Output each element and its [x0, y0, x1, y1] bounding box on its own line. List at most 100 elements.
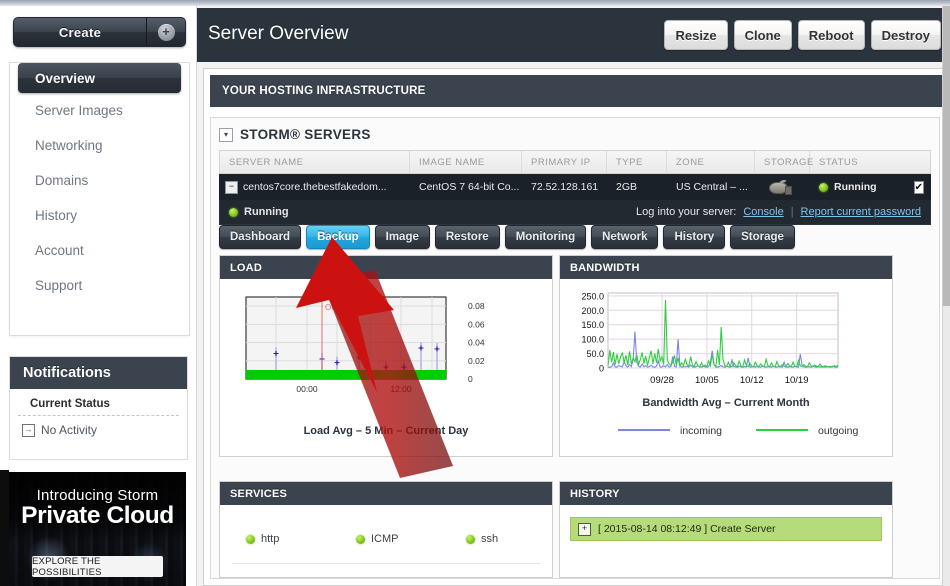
column-storage: STORAGE	[755, 151, 813, 173]
history-entry-text: [ 2015-08-14 08:12:49 ] Create Server	[598, 523, 776, 535]
create-button-group[interactable]: Create +	[13, 17, 186, 47]
green-dot-icon	[229, 207, 238, 217]
tab-network[interactable]: Network	[591, 225, 659, 249]
column-primary-ip: PRIMARY IP	[522, 151, 607, 173]
primary-ip-cell: 72.52.128.161	[531, 181, 599, 193]
services-widget-header: SERVICES	[220, 482, 552, 505]
green-dot-icon	[466, 534, 475, 544]
zone-cell: US Central – ...	[676, 181, 748, 193]
login-actions: Log into your server: Console | Report c…	[636, 206, 921, 218]
storm-servers-title: STORM® SERVERS	[240, 127, 371, 142]
tab-history[interactable]: History	[663, 225, 726, 249]
tab-restore[interactable]: Restore	[434, 225, 500, 249]
sidebar-item-history[interactable]: History	[10, 198, 189, 233]
tab-storage[interactable]: Storage	[730, 225, 795, 249]
server-name-cell: − centos7core.thebestfakedom...	[220, 180, 410, 194]
svg-text:100.0: 100.0	[581, 335, 604, 345]
sidebar-nav: Overview Server Images Networking Domain…	[9, 62, 190, 336]
sidebar-item-label: Server Images	[35, 103, 123, 118]
sidebar-item-server-images[interactable]: Server Images	[10, 93, 189, 128]
service-name: ssh	[481, 533, 499, 545]
destroy-button[interactable]: Destroy	[870, 20, 941, 50]
svg-text:Bandwidth Avg – Current Month: Bandwidth Avg – Current Month	[642, 397, 810, 409]
notifications-panel: Notifications Current Status → No Activi…	[9, 356, 188, 460]
promo-banner[interactable]: Introducing Storm Private Cloud EXPLORE …	[9, 472, 186, 586]
scrollbar-thumb[interactable]	[943, 6, 950, 306]
list-item[interactable]: + [ 2015-08-14 08:12:49 ] Create Server	[570, 517, 882, 541]
link-divider: |	[790, 206, 794, 218]
type-cell: 2GB	[616, 181, 638, 193]
service-item[interactable]: ICMP	[356, 533, 466, 545]
svg-text:Oct 21: Oct 21	[325, 303, 349, 312]
resize-button[interactable]: Resize	[664, 20, 728, 50]
svg-text:150.0: 150.0	[581, 320, 604, 330]
history-widget: HISTORY + [ 2015-08-14 08:12:49 ] Create…	[559, 481, 893, 578]
bandwidth-widget-title: BANDWIDTH	[570, 261, 640, 274]
create-add-button[interactable]: +	[146, 18, 185, 46]
infrastructure-banner: YOUR HOSTING INFRASTRUCTURE	[210, 75, 950, 107]
infrastructure-banner-label: YOUR HOSTING INFRASTRUCTURE	[222, 85, 426, 97]
clone-button[interactable]: Clone	[733, 20, 792, 50]
console-link[interactable]: Console	[743, 206, 783, 218]
services-list: http ICMP ssh	[232, 515, 540, 564]
promo-line-2: Private Cloud	[21, 502, 174, 529]
sidebar-item-label: Domains	[35, 173, 89, 188]
storm-servers-panel: ▾ STORM® SERVERS SERVER NAME IMAGE NAME …	[210, 117, 940, 579]
promo-cta-button[interactable]: EXPLORE THE POSSIBILITIES	[32, 556, 163, 578]
page-scrollbar[interactable]	[942, 6, 950, 586]
svg-text:50.0: 50.0	[586, 349, 604, 359]
column-server-name: SERVER NAME	[220, 151, 410, 173]
column-type: TYPE	[607, 151, 667, 173]
tab-backup[interactable]: Backup	[306, 225, 370, 249]
tab-dashboard[interactable]: Dashboard	[219, 225, 302, 249]
servers-table: SERVER NAME IMAGE NAME PRIMARY IP TYPE Z…	[219, 150, 931, 225]
status-cell: Running ✔	[810, 180, 930, 194]
svg-text:0: 0	[468, 374, 473, 384]
expand-icon[interactable]: +	[578, 522, 591, 536]
detail-status-text: Running	[244, 206, 289, 218]
load-widget: LOAD 0 0.02 0.04 0.06 0.08 Oct 21 00:00 12:00 L…	[219, 255, 553, 457]
sidebar-item-account[interactable]: Account	[10, 233, 189, 268]
svg-text:incoming: incoming	[680, 425, 722, 437]
history-widget-title: HISTORY	[570, 487, 620, 500]
svg-text:10/19: 10/19	[785, 375, 809, 386]
server-tabs: Dashboard Backup Image Restore Monitorin…	[219, 225, 795, 249]
status-value: Running	[834, 181, 877, 193]
reboot-button[interactable]: Reboot	[797, 20, 865, 50]
login-label: Log into your server:	[636, 206, 737, 218]
tab-monitoring[interactable]: Monitoring	[504, 225, 587, 249]
service-name: ICMP	[371, 533, 399, 545]
bandwidth-chart-svg: 0 50.0 100.0 150.0 200.0 250.0 09/28 10/05 10/12…	[581, 291, 858, 437]
green-dot-icon	[819, 182, 828, 192]
service-item[interactable]: ssh	[466, 533, 498, 545]
chevron-down-icon[interactable]: ▾	[219, 127, 233, 142]
header-actions: Resize Clone Reboot Destroy	[664, 20, 941, 50]
column-status: STATUS	[819, 156, 859, 168]
history-list: + [ 2015-08-14 08:12:49 ] Create Server	[560, 505, 892, 541]
svg-text:0.04: 0.04	[468, 338, 485, 348]
svg-text:outgoing: outgoing	[818, 425, 858, 437]
svg-text:09/28: 09/28	[650, 375, 674, 386]
svg-text:0.02: 0.02	[468, 356, 485, 366]
report-password-link[interactable]: Report current password	[801, 206, 921, 218]
sidebar-item-networking[interactable]: Networking	[10, 128, 189, 163]
service-item[interactable]: http	[246, 533, 356, 545]
tab-image[interactable]: Image	[374, 225, 430, 249]
row-select-checkbox[interactable]: ✔	[913, 180, 924, 194]
bandwidth-chart: 0 50.0 100.0 150.0 200.0 250.0 09/28 10/05 10/12…	[560, 279, 892, 455]
bandwidth-widget: BANDWIDTH 0 50.0 100.0 150.0 200.0 250.0 09/28…	[559, 255, 893, 457]
sidebar-item-label: Networking	[35, 138, 103, 153]
notifications-status-row: → No Activity	[10, 416, 187, 437]
main-header: Server Overview Resize Clone Reboot Dest…	[197, 8, 950, 62]
sidebar-item-support[interactable]: Support	[10, 268, 189, 303]
sidebar-item-domains[interactable]: Domains	[10, 163, 189, 198]
create-button[interactable]: Create	[14, 18, 146, 46]
table-row[interactable]: − centos7core.thebestfakedom... CentOS 7…	[219, 174, 931, 200]
sidebar-item-overview[interactable]: Overview	[18, 63, 181, 93]
load-widget-header: LOAD	[220, 256, 552, 279]
collapse-row-icon[interactable]: −	[225, 180, 238, 194]
sidebar-item-label: Account	[35, 243, 84, 258]
notifications-title: Notifications	[10, 357, 187, 389]
column-zone: ZONE	[667, 151, 755, 173]
sidebar-item-label: Support	[35, 278, 83, 293]
